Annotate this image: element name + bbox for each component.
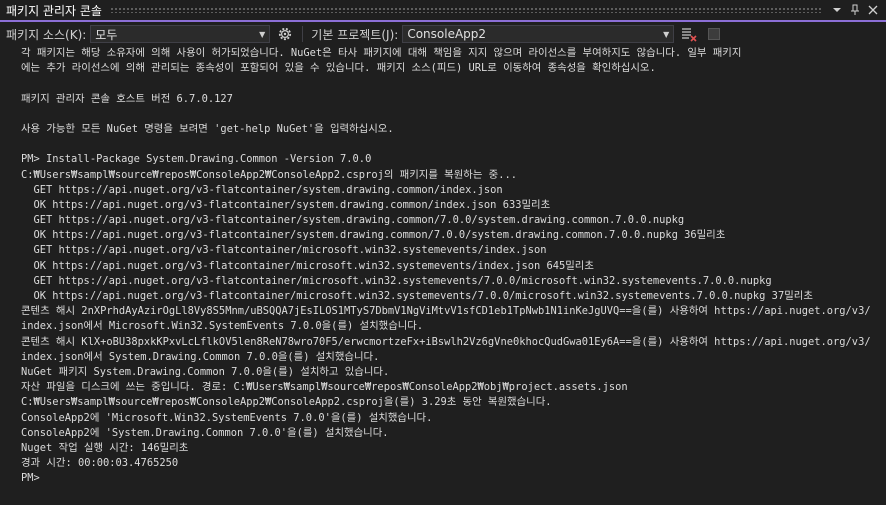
console-line: OK https://api.nuget.org/v3-flatcontaine…	[21, 198, 551, 211]
stop-icon[interactable]	[708, 28, 721, 40]
clear-console-icon[interactable]	[680, 25, 698, 43]
console-line: 패키지 관리자 콘솔 호스트 버전 6.7.0.127	[21, 92, 233, 105]
default-project-label: 기본 프로젝트(J):	[311, 27, 399, 42]
chevron-down-icon: ▼	[259, 29, 266, 39]
console-line: OK https://api.nuget.org/v3-flatcontaine…	[21, 229, 726, 242]
console-line: 에는 추가 라이선스에 의해 관리되는 종속성이 포함되어 있을 수 있습니다.…	[21, 62, 656, 75]
console-line: Nuget 작업 실행 시간: 146밀리초	[21, 441, 189, 454]
default-project-value: ConsoleApp2	[407, 27, 487, 41]
console-line: GET https://api.nuget.org/v3-flatcontain…	[21, 183, 503, 196]
default-project-dropdown[interactable]: ConsoleApp2 ▼	[402, 25, 675, 43]
chevron-down-icon: ▼	[663, 29, 670, 39]
package-source-label: 패키지 소스(K):	[6, 27, 87, 42]
dropdown-arrow-icon[interactable]	[830, 3, 844, 17]
console-line: 자산 파일을 디스크에 쓰는 중입니다. 경로: C:₩Users₩sampl₩…	[21, 381, 628, 394]
console-line: C:₩Users₩sampl₩source₩repos₩ConsoleApp2₩…	[21, 168, 517, 181]
console-line: OK https://api.nuget.org/v3-flatcontaine…	[21, 259, 594, 272]
console-line: 경과 시간: 00:00:03.4765250	[21, 457, 179, 470]
console-line: index.json에서 System.Drawing.Common 7.0.0…	[21, 350, 380, 363]
tool-window-titlebar: 패키지 관리자 콘솔	[0, 0, 886, 20]
console-line: OK https://api.nuget.org/v3-flatcontaine…	[21, 290, 813, 302]
close-icon[interactable]	[866, 3, 880, 17]
console-line: ConsoleApp2에 'Microsoft.Win32.SystemEven…	[21, 411, 433, 424]
titlebar-grip[interactable]	[109, 7, 822, 13]
console-line: NuGet 패키지 System.Drawing.Common 7.0.0을(를…	[21, 365, 390, 378]
console-line: 콘텐츠 해시 2nXPrhdAyAzirOgLl8Vy8S5Mnm/uBSQQA…	[21, 305, 871, 318]
pin-icon[interactable]	[848, 3, 862, 17]
console-line: C:₩Users₩sampl₩source₩repos₩ConsoleApp2₩…	[21, 396, 552, 409]
console-line: GET https://api.nuget.org/v3-flatcontain…	[21, 244, 547, 257]
console-line: GET https://api.nuget.org/v3-flatcontain…	[21, 274, 772, 287]
console-line: index.json에서 Microsoft.Win32.SystemEvent…	[21, 320, 424, 333]
console-line: 각 패키지는 해당 소유자에 의해 사용이 허가되었습니다. NuGet은 타사…	[21, 47, 742, 59]
console-line: GET https://api.nuget.org/v3-flatcontain…	[21, 214, 685, 227]
toolbar-separator	[302, 26, 304, 42]
package-source-dropdown[interactable]: 모두 ▼	[90, 25, 271, 43]
console-output[interactable]: 각 패키지는 해당 소유자에 의해 사용이 허가되었습니다. NuGet은 타사…	[0, 46, 886, 505]
gear-icon[interactable]	[276, 25, 294, 43]
console-line: PM> Install-Package System.Drawing.Commo…	[21, 153, 372, 166]
console-line: ConsoleApp2에 'System.Drawing.Common 7.0.…	[21, 426, 389, 439]
package-source-value: 모두	[95, 27, 118, 42]
console-toolbar: 패키지 소스(K): 모두 ▼ 기본 프로젝트(J): ConsoleApp2 …	[0, 22, 886, 46]
console-line: PM>	[21, 472, 47, 485]
console-line: 사용 가능한 모든 NuGet 명령을 보려면 'get-help NuGet'…	[21, 122, 394, 135]
window-title: 패키지 관리자 콘솔	[6, 3, 102, 18]
console-line: 콘텐츠 해시 KlX+oBU38pxkKPxvLcLflkOV5len8ReN7…	[21, 335, 871, 348]
